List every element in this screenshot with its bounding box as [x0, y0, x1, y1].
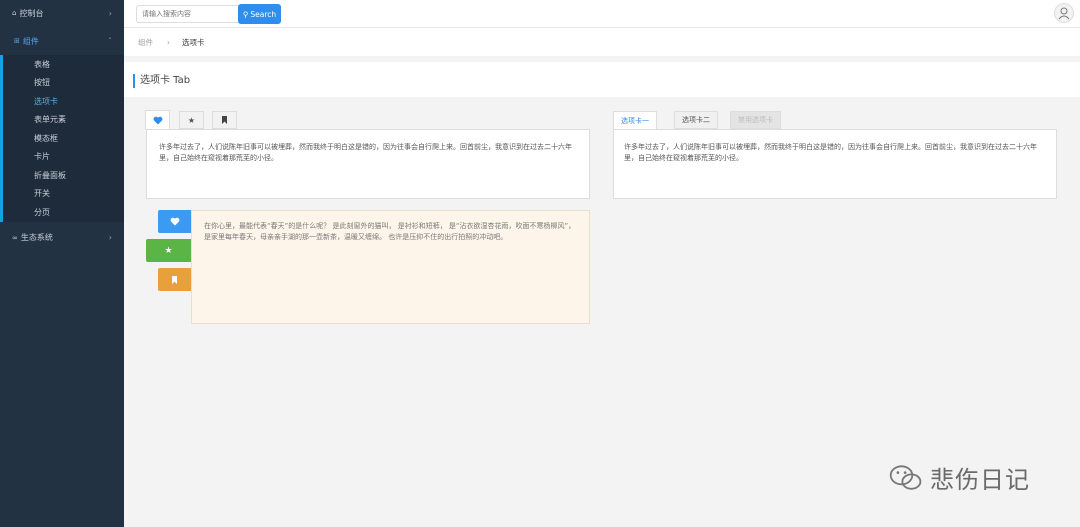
vertical-tab-star[interactable]: ★	[146, 239, 191, 262]
sidebar-submenu: 表格 按钮 选项卡 表单元素 模态框 卡片 折叠面板 开关 分页	[0, 55, 124, 222]
search-icon: ⚲	[242, 9, 249, 19]
sidebar-item-label: 表单元素	[34, 115, 66, 125]
title-row	[124, 62, 1080, 97]
chevron-right-icon: ›	[108, 8, 112, 18]
tab-heart[interactable]	[145, 110, 170, 130]
sidebar-item-label: 按钮	[34, 78, 50, 88]
search-input[interactable]	[136, 5, 239, 23]
tab-panel-content: 在你心里，最能代表“春天”的是什么呢？ 是此刻窗外的猫叫， 是衬衫和短裤， 是“…	[204, 222, 576, 241]
search-button-label: Search	[250, 9, 277, 19]
share-icon: ∞	[12, 233, 18, 242]
sidebar-group-label: 组件	[22, 36, 39, 46]
tab-bookmark[interactable]	[212, 111, 237, 129]
tab-panel-icons: 许多年过去了，人们说陈年旧事可以被埋葬，然而我终于明白这是错的，因为往事会自行爬…	[146, 129, 590, 199]
sidebar-item-label: 选项卡	[34, 96, 58, 106]
tab-panel-content: 许多年过去了，人们说陈年旧事可以被埋葬，然而我终于明白这是错的，因为往事会自行爬…	[624, 143, 1037, 162]
sidebar-item-label: 卡片	[34, 152, 50, 162]
sidebar-item-form[interactable]: 表单元素	[0, 110, 124, 129]
tab-panel-text: 许多年过去了，人们说陈年旧事可以被埋葬，然而我终于明白这是错的，因为往事会自行爬…	[613, 129, 1057, 199]
tab-panel-content: 许多年过去了，人们说陈年旧事可以被埋葬，然而我终于明白这是错的，因为往事会自行爬…	[159, 143, 572, 162]
sidebar-item-label: 折叠面板	[34, 170, 66, 180]
wechat-icon	[889, 464, 922, 490]
tab-one[interactable]: 选项卡一	[613, 111, 657, 130]
sidebar-item-label: 分页	[34, 207, 50, 217]
tab-label: 禁用选项卡	[738, 116, 773, 124]
heart-icon	[170, 217, 179, 226]
watermark-text: 悲伤日记	[930, 466, 1030, 494]
sidebar: ⌂ 控制台 › ⊞ 组件 ˇ 表格 按钮 选项卡 表单元素 模态框 卡片 折叠面…	[0, 0, 124, 527]
sidebar-item-modal[interactable]: 模态框	[0, 129, 124, 148]
sidebar-item-card[interactable]: 卡片	[0, 147, 124, 166]
tab-label: 选项卡二	[682, 116, 710, 124]
sidebar-ecosystem-label: 生态系统	[20, 233, 53, 242]
user-icon	[1058, 7, 1070, 20]
tab-disabled: 禁用选项卡	[730, 111, 781, 129]
breadcrumb-current: 选项卡	[182, 37, 205, 47]
page-title: 选项卡 Tab	[133, 74, 190, 88]
star-icon: ★	[164, 245, 173, 256]
sidebar-item-table[interactable]: 表格	[0, 55, 124, 74]
vertical-tab-heart[interactable]	[158, 210, 191, 233]
sidebar-item-label: 模态框	[34, 133, 58, 143]
chevron-down-icon: ˇ	[108, 36, 112, 46]
watermark: 悲伤日记	[888, 460, 1030, 495]
top-header: ⚲ Search	[124, 0, 1080, 28]
sidebar-item-tabs[interactable]: 选项卡	[0, 92, 124, 111]
sidebar-item-switch[interactable]: 开关	[0, 184, 124, 203]
sidebar-item-ecosystem[interactable]: ∞ 生态系统 ›	[0, 225, 124, 251]
bookmark-icon	[222, 116, 227, 124]
sidebar-item-dashboard[interactable]: ⌂ 控制台 ›	[0, 0, 124, 26]
sidebar-item-button[interactable]: 按钮	[0, 73, 124, 92]
avatar[interactable]	[1054, 3, 1074, 23]
bookmark-icon	[172, 275, 177, 284]
grid-icon: ⊞	[14, 37, 20, 45]
sidebar-group-components[interactable]: ⊞ 组件 ˇ	[0, 27, 124, 55]
chevron-right-icon: ›	[108, 233, 112, 242]
breadcrumb-parent[interactable]: 组件	[138, 37, 153, 48]
breadcrumb-separator: ›	[167, 37, 170, 47]
sidebar-item-label: 开关	[34, 189, 50, 199]
tab-two[interactable]: 选项卡二	[674, 111, 718, 129]
tab-label: 选项卡一	[621, 116, 649, 125]
heart-icon	[153, 116, 162, 124]
vertical-tab-bookmark[interactable]	[158, 268, 191, 291]
search-button[interactable]: ⚲ Search	[238, 4, 281, 24]
sidebar-dashboard-label: 控制台	[19, 8, 44, 18]
home-icon: ⌂	[12, 9, 17, 17]
tab-panel-vertical: 在你心里，最能代表“春天”的是什么呢？ 是此刻窗外的猫叫， 是衬衫和短裤， 是“…	[191, 210, 590, 324]
sidebar-item-label: 表格	[34, 59, 50, 69]
star-icon: ★	[187, 115, 196, 125]
sidebar-item-collapse[interactable]: 折叠面板	[0, 166, 124, 185]
tab-star[interactable]: ★	[179, 111, 204, 129]
sidebar-item-pagination[interactable]: 分页	[0, 203, 124, 222]
breadcrumb: 组件 › 选项卡	[124, 28, 1080, 56]
